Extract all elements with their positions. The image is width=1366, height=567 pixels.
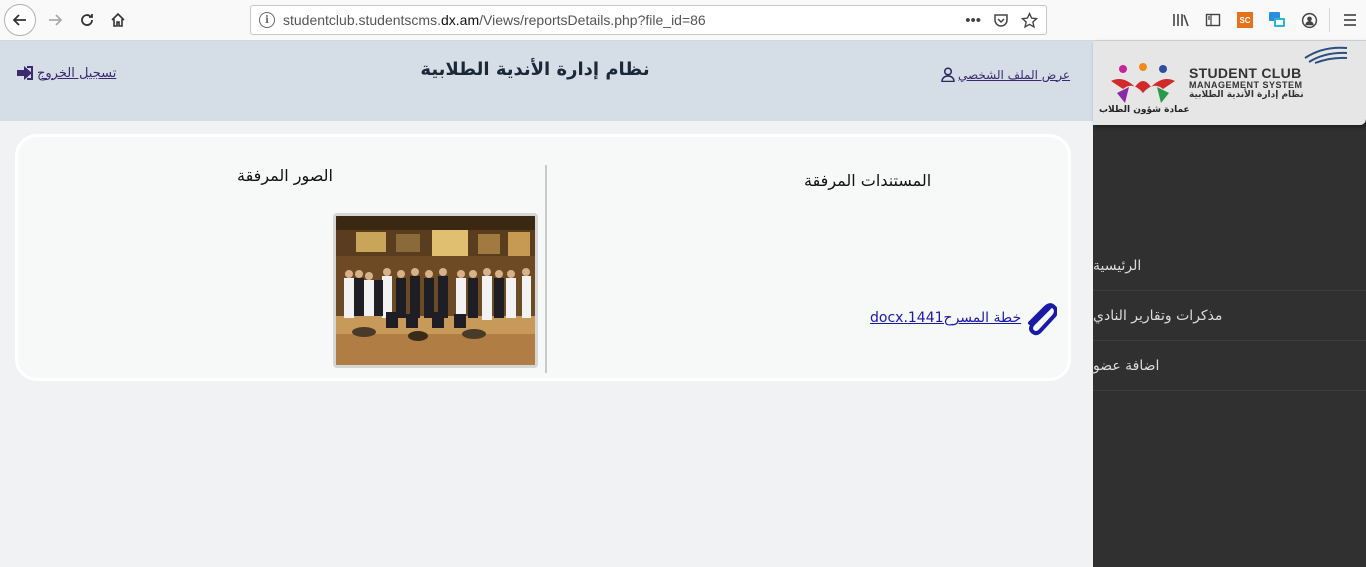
sidebar-item-label: الرئيسية bbox=[1093, 257, 1142, 274]
account-icon[interactable] bbox=[1293, 4, 1325, 36]
logout-link[interactable]: تسجيل الخروج bbox=[15, 65, 116, 81]
page-actions-icon[interactable]: ••• bbox=[965, 12, 981, 29]
url-text[interactable]: studentclub.studentscms.dx.am/Views/repo… bbox=[283, 12, 965, 28]
url-path: /Views/reportsDetails.php?file_id=86 bbox=[479, 12, 706, 28]
menu-hamburger-icon[interactable] bbox=[1334, 4, 1366, 36]
library-icon[interactable] bbox=[1165, 4, 1197, 36]
sidebar-item-home[interactable]: الرئيسية bbox=[1093, 241, 1366, 291]
attached-documents-title: المستندات المرفقة bbox=[804, 171, 932, 190]
sidebar-item-label: مذكرات وتقارير النادي bbox=[1093, 307, 1223, 324]
attachments-card: المستندات المرفقة الصور المرفقة خطة المس… bbox=[15, 134, 1071, 381]
forward-button[interactable] bbox=[40, 6, 70, 34]
arrow-right-icon bbox=[49, 14, 63, 26]
sign-out-icon bbox=[17, 66, 33, 80]
page: نظام إدارة الأندية الطلابية تسجيل الخروج… bbox=[0, 41, 1366, 567]
bookmark-star-icon[interactable] bbox=[1021, 11, 1038, 29]
logo-figures-icon bbox=[1111, 63, 1175, 103]
logo-deanship: عمادة شؤون الطلاب bbox=[1099, 105, 1190, 115]
sc-extension-button[interactable]: SC bbox=[1229, 4, 1261, 36]
sidebar-item-label: اضافة عضو bbox=[1093, 357, 1160, 374]
url-domain: dx.am bbox=[440, 12, 480, 28]
logo-title: STUDENT CLUB bbox=[1189, 65, 1302, 81]
browser-toolbar: i studentclub.studentscms.dx.am/Views/re… bbox=[0, 0, 1366, 41]
sidebar: STUDENT CLUB MANAGEMENT SYSTEM نظام إدار… bbox=[1093, 41, 1366, 567]
paperclip-icon bbox=[1028, 303, 1058, 336]
logo-subtitle: MANAGEMENT SYSTEM bbox=[1189, 80, 1303, 90]
sidebar-item-add-member[interactable]: اضافة عضو bbox=[1093, 341, 1366, 391]
home-icon bbox=[111, 12, 125, 27]
logout-label: تسجيل الخروج bbox=[37, 65, 117, 81]
user-icon bbox=[941, 67, 955, 82]
column-divider bbox=[545, 165, 547, 373]
logo: STUDENT CLUB MANAGEMENT SYSTEM نظام إدار… bbox=[1093, 41, 1366, 125]
sc-badge: SC bbox=[1237, 12, 1253, 28]
sidebar-menu: الرئيسية مذكرات وتقارير النادي اضافة عضو bbox=[1093, 241, 1366, 391]
reload-button[interactable] bbox=[72, 6, 102, 34]
sidebar-toggle-icon[interactable] bbox=[1197, 4, 1229, 36]
logo-arabic-title: نظام إدارة الأندية الطلابية bbox=[1189, 90, 1304, 100]
attachment-name: خطة المسرح1441.docx bbox=[870, 310, 1022, 326]
info-icon[interactable]: i bbox=[259, 12, 275, 28]
home-button[interactable] bbox=[103, 6, 133, 34]
reload-icon bbox=[81, 14, 93, 26]
page-header: نظام إدارة الأندية الطلابية تسجيل الخروج… bbox=[0, 41, 1093, 121]
url-prefix: studentclub.studentscms. bbox=[283, 12, 441, 28]
attached-photo[interactable] bbox=[333, 213, 538, 368]
pocket-icon[interactable] bbox=[993, 12, 1009, 28]
back-button[interactable] bbox=[4, 4, 36, 36]
attachment-link[interactable]: خطة المسرح1441.docx bbox=[870, 300, 1058, 336]
logo-emblem-icon bbox=[1304, 46, 1348, 64]
url-bar[interactable]: i studentclub.studentscms.dx.am/Views/re… bbox=[250, 5, 1047, 35]
profile-link[interactable]: عرض الملف الشخصي bbox=[941, 67, 1070, 82]
arrow-left-icon bbox=[12, 14, 26, 26]
page-title: نظام إدارة الأندية الطلابية bbox=[420, 59, 650, 80]
group-photo-image bbox=[336, 216, 535, 365]
sync-tabs-icon[interactable] bbox=[1261, 4, 1293, 36]
sidebar-item-reports[interactable]: مذكرات وتقارير النادي bbox=[1093, 291, 1366, 341]
profile-label: عرض الملف الشخصي bbox=[958, 67, 1071, 82]
attached-images-title: الصور المرفقة bbox=[237, 166, 333, 185]
